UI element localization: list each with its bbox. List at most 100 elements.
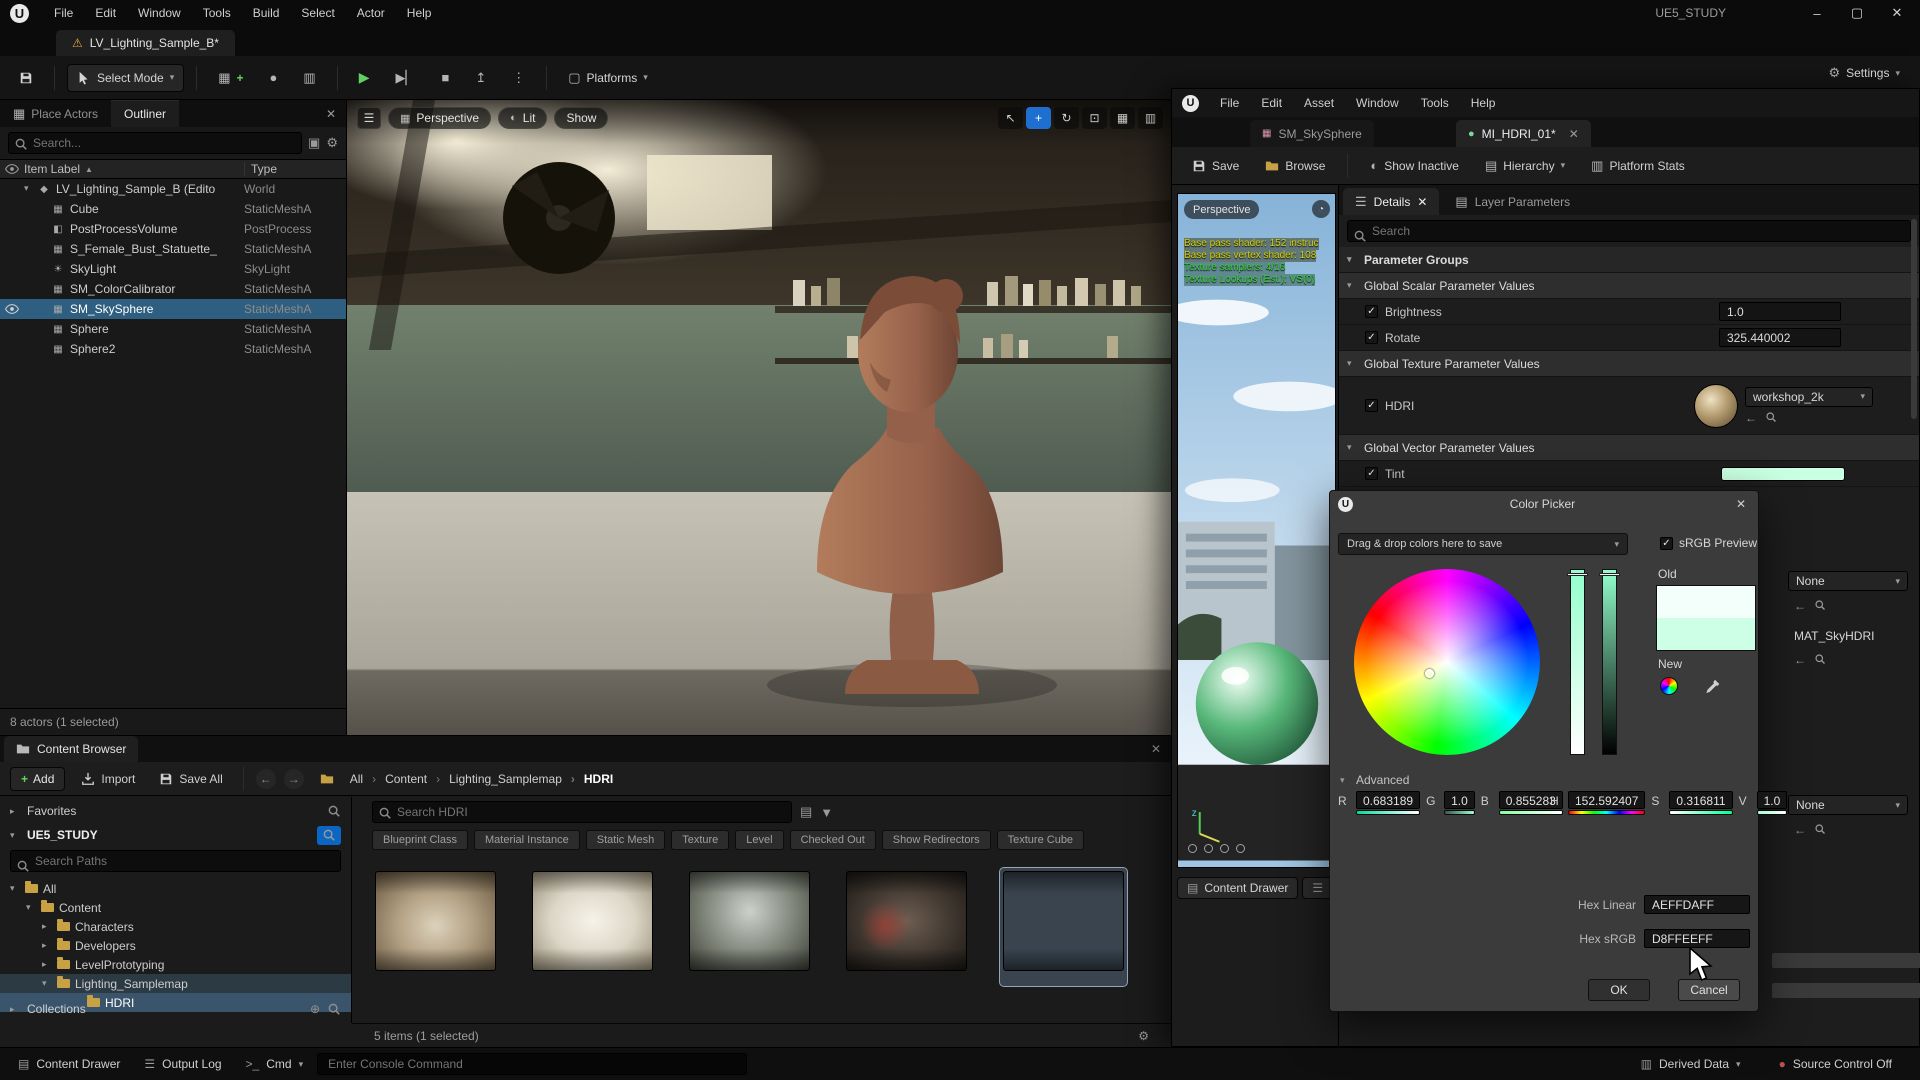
breadcrumb-item[interactable]: Content [363, 772, 427, 786]
menu-item[interactable]: Window [1345, 90, 1410, 116]
menu-item[interactable]: Tools [1410, 90, 1460, 116]
texture-none-dropdown[interactable]: None▾ [1788, 571, 1908, 591]
frame-skip-button[interactable]: ▶▏ [386, 64, 424, 92]
brightness-value-input[interactable]: 1.0 [1719, 302, 1841, 321]
channel-value[interactable]: 1.0 [1757, 791, 1788, 809]
tint-color-swatch[interactable] [1721, 467, 1845, 481]
outliner-search-input[interactable] [8, 132, 302, 154]
outliner-row[interactable]: ▦ Sphere StaticMeshA [0, 319, 346, 339]
menu-item[interactable]: Select [290, 0, 345, 26]
use-selected-asset-icon[interactable]: ← [1745, 411, 1757, 425]
tab-layer-parameters[interactable]: ▤ Layer Parameters [1443, 188, 1582, 215]
menu-item[interactable]: File [43, 0, 84, 26]
texture-group-row[interactable]: ▾ Global Texture Parameter Values [1339, 351, 1919, 377]
outliner-row[interactable]: ▦ Cube StaticMeshA [0, 199, 346, 219]
channel-slider[interactable]: 1.0 [1444, 791, 1475, 818]
browse-button[interactable]: Browse [1257, 154, 1333, 178]
channel-slider[interactable]: 1.0 [1757, 791, 1788, 818]
platform-stats-button[interactable]: ▥ Platform Stats [1583, 154, 1693, 178]
vector-group-row[interactable]: ▾ Global Vector Parameter Values [1339, 435, 1919, 461]
outliner-row[interactable]: ☀ SkyLight SkyLight [0, 259, 346, 279]
show-inactive-button[interactable]: ◐ Show Inactive [1362, 154, 1467, 178]
color-themes-icon[interactable] [1660, 677, 1678, 695]
add-actor-button[interactable]: ▦+ [209, 64, 252, 92]
hex-linear-input[interactable]: AEFFDAFF [1644, 895, 1750, 914]
advanced-toggle[interactable]: ▾ Advanced [1340, 773, 1409, 787]
rotate-checkbox[interactable]: ✓ [1365, 331, 1378, 344]
play-button[interactable]: ▶ [350, 64, 379, 92]
content-drawer-button[interactable]: ▤ Content Drawer [1177, 877, 1298, 899]
save-level-button[interactable] [10, 64, 42, 92]
tree-chevron-icon[interactable]: ▸ [42, 959, 52, 970]
parameter-groups-header[interactable]: ▾ Parameter Groups [1339, 247, 1919, 273]
texture-none-dropdown[interactable]: None▾ [1788, 795, 1908, 815]
select-mode-dropdown[interactable]: Select Mode ▾ [67, 64, 184, 92]
item-label-column[interactable]: Item Label ▲ [24, 162, 244, 176]
hex-srgb-input[interactable]: D8FFEEFF [1644, 929, 1750, 948]
scale-tool-icon[interactable]: ⊡ [1082, 107, 1107, 129]
use-selected-asset-icon[interactable]: ← [1794, 653, 1806, 667]
filter-chip[interactable]: Blueprint Class [372, 830, 468, 850]
type-column[interactable]: Type [244, 162, 346, 176]
srgb-preview-toggle[interactable]: ✓ sRGB Preview [1660, 536, 1757, 550]
channel-slider[interactable]: 152.592407 [1568, 791, 1645, 818]
content-drawer-button[interactable]: ▤ Content Drawer [8, 1052, 130, 1076]
view-settings-gear-icon[interactable]: ⚙ [1138, 1029, 1149, 1043]
move-tool-icon[interactable]: + [1026, 107, 1051, 129]
folder-tree-row[interactable]: ▸ LevelPrototyping [0, 955, 351, 974]
outliner-settings-icon[interactable]: ⚙ [326, 135, 338, 151]
blueprints-button[interactable]: ● [261, 64, 287, 92]
asset-thumbnail[interactable] [1000, 868, 1127, 986]
channel-gradient-bar[interactable] [1568, 810, 1645, 815]
source-control-button[interactable]: ● Source Control Off [1769, 1052, 1902, 1076]
breadcrumb-item[interactable]: Lighting_Samplemap [427, 772, 562, 786]
saved-colors-dropdown[interactable]: Drag & drop colors here to save ▾ [1338, 533, 1628, 555]
hdri-asset-dropdown[interactable]: workshop_2k ▾ [1745, 387, 1873, 407]
settings-dropdown[interactable]: ⚙ Settings ▾ [1818, 61, 1910, 85]
outliner-row[interactable]: ▦ Sphere2 StaticMeshA [0, 339, 346, 359]
asset-thumbnail[interactable] [686, 868, 813, 986]
outliner-row[interactable]: ▦ S_Female_Bust_Statuette_ StaticMeshA [0, 239, 346, 259]
saturation-slider[interactable] [1570, 569, 1585, 755]
grid-snap-icon[interactable]: ▦ [1110, 107, 1135, 129]
select-tool-icon[interactable]: ↖ [998, 107, 1023, 129]
menu-item[interactable]: Edit [84, 0, 127, 26]
channel-value[interactable]: 152.592407 [1568, 791, 1645, 809]
channel-value[interactable]: 1.0 [1444, 791, 1475, 809]
level-tab[interactable]: ⚠ LV_Lighting_Sample_B* [56, 30, 235, 56]
value-slider[interactable] [1602, 569, 1617, 755]
hdri-texture-thumbnail[interactable] [1694, 384, 1738, 428]
tint-checkbox[interactable]: ✓ [1365, 467, 1378, 480]
close-icon[interactable]: ✕ [1888, 5, 1906, 21]
slider-marker[interactable] [1567, 573, 1588, 576]
preview-options-icon[interactable]: ◔ [1312, 200, 1330, 218]
save-search-icon[interactable]: ▤ [800, 804, 812, 820]
outliner-row[interactable]: ▦ SM_SkySphere StaticMeshA [0, 299, 346, 319]
tab-sm-skysphere[interactable]: ▦ SM_SkySphere [1250, 120, 1374, 147]
use-selected-asset-icon[interactable]: ← [1794, 823, 1806, 837]
details-scrollbar[interactable] [1911, 219, 1917, 419]
tab-mi-hdri-01[interactable]: ● MI_HDRI_01* ✕ [1456, 120, 1591, 147]
breadcrumb-item[interactable]: HDRI [562, 772, 613, 786]
camera-speed-icon[interactable]: ▥ [1138, 107, 1163, 129]
favorites-row[interactable]: ▸ Favorites [0, 799, 351, 823]
channel-gradient-bar[interactable] [1669, 810, 1732, 815]
console-command-input[interactable] [317, 1053, 747, 1075]
lit-dropdown[interactable]: ◐ Lit [498, 107, 547, 129]
visibility-eye-icon[interactable] [0, 302, 24, 316]
dialog-close-icon[interactable]: ✕ [1732, 497, 1750, 511]
search-icon[interactable] [327, 1002, 341, 1016]
material-preview-viewport[interactable]: z Perspective ◔ Base pass shader: 152 in… [1177, 193, 1336, 868]
view-options-icon[interactable]: ▣ [308, 135, 320, 151]
preview-dot-icon[interactable] [1188, 844, 1197, 853]
show-dropdown[interactable]: Show [554, 107, 608, 129]
breadcrumb-item[interactable]: All [350, 772, 363, 786]
browse-to-asset-icon[interactable] [1814, 599, 1826, 611]
brightness-checkbox[interactable]: ✓ [1365, 305, 1378, 318]
folder-tree-row[interactable]: ▾ All [0, 879, 351, 898]
asset-search-input[interactable] [372, 801, 792, 823]
search-paths-input[interactable] [10, 850, 341, 872]
add-collection-icon[interactable]: ⊕ [310, 1002, 320, 1016]
derived-data-dropdown[interactable]: ▥ Derived Data ▾ [1631, 1052, 1751, 1076]
menu-item[interactable]: File [1209, 90, 1250, 116]
